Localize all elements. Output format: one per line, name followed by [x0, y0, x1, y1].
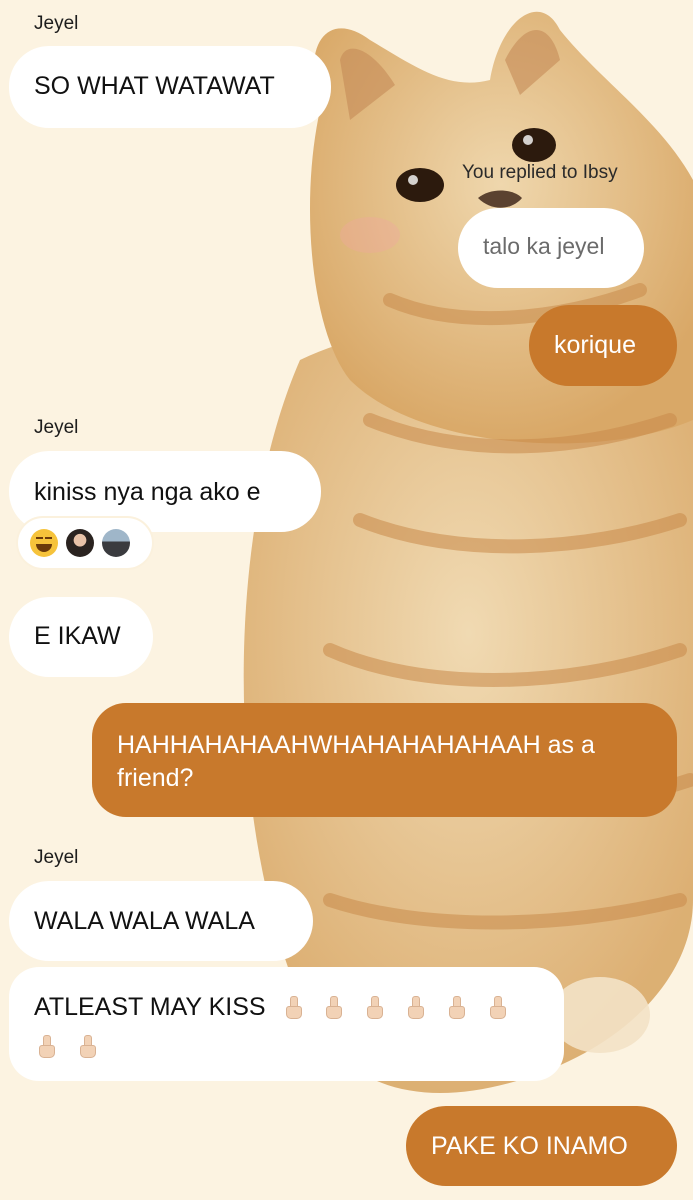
middle-finger-emoji-icon [38, 1034, 55, 1058]
message-text: kiniss nya nga ako e [34, 478, 261, 506]
quoted-message[interactable]: talo ka jeyel [458, 208, 644, 288]
middle-finger-emoji-icon [325, 996, 343, 1019]
message-bubble-outgoing[interactable]: HAHHAHAHAAHWHAHAHAHAHAAH as a friend? [92, 703, 677, 817]
message-bubble-outgoing[interactable]: PAKE KO INAMO [406, 1106, 677, 1186]
message-bubble-incoming[interactable]: ATLEAST MAY KISS [9, 967, 564, 1081]
middle-finger-emoji-icon [79, 1034, 96, 1058]
middle-finger-emoji-icon [366, 996, 384, 1019]
middle-finger-emoji-icon [407, 996, 425, 1019]
reactor-avatar[interactable] [102, 529, 130, 557]
laughing-emoji-icon [30, 529, 58, 557]
message-bubble-incoming[interactable]: WALA WALA WALA [9, 881, 313, 961]
message-bubble-incoming[interactable]: SO WHAT WATAWAT [9, 46, 331, 128]
message-text: E IKAW [34, 622, 121, 650]
emoji-line [34, 1030, 544, 1063]
middle-finger-emoji-icon [448, 996, 466, 1019]
message-bubble-incoming[interactable]: E IKAW [9, 597, 153, 677]
message-text: PAKE KO INAMO [431, 1132, 628, 1160]
reply-caption: You replied to Ibsy [462, 162, 618, 183]
reactions-bar[interactable] [18, 518, 152, 568]
sender-name: Jeyel [34, 417, 79, 438]
sender-name: Jeyel [34, 13, 79, 34]
sender-name: Jeyel [34, 847, 79, 868]
middle-finger-emoji-icon [489, 996, 507, 1019]
message-text: WALA WALA WALA [34, 907, 255, 935]
message-text: HAHHAHAHAAHWHAHAHAHAHAAH as a friend? [117, 731, 595, 792]
middle-finger-emoji-icon [285, 996, 302, 1019]
message-text: SO WHAT WATAWAT [34, 72, 275, 100]
message-bubble-outgoing[interactable]: korique [529, 305, 677, 386]
middle-finger-emoji-group [279, 991, 518, 1024]
message-text: ATLEAST MAY KISS [34, 993, 266, 1021]
message-text: korique [554, 331, 636, 359]
quoted-text: talo ka jeyel [483, 233, 605, 259]
reactor-avatar[interactable] [66, 529, 94, 557]
